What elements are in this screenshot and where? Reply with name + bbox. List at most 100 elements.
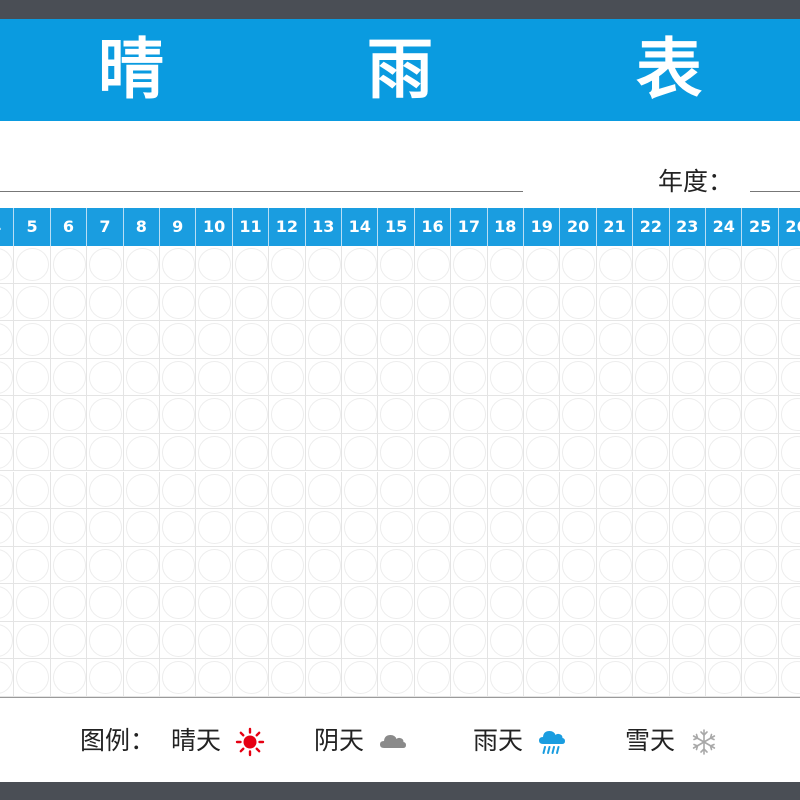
weather-cell[interactable]	[50, 659, 88, 697]
weather-cell[interactable]	[706, 283, 743, 322]
weather-cell[interactable]	[342, 546, 379, 585]
weather-cell[interactable]	[123, 584, 160, 622]
weather-cell[interactable]	[742, 509, 779, 547]
weather-cell[interactable]	[524, 246, 561, 284]
weather-cell[interactable]	[706, 584, 743, 622]
weather-cell[interactable]	[487, 546, 524, 585]
weather-cell[interactable]	[706, 546, 743, 585]
weather-cell[interactable]	[87, 396, 124, 434]
weather-cell[interactable]	[669, 659, 706, 697]
weather-cell[interactable]	[14, 283, 51, 322]
weather-cell[interactable]	[123, 546, 160, 585]
weather-cell[interactable]	[14, 509, 51, 547]
weather-cell[interactable]	[342, 471, 379, 510]
weather-cell[interactable]	[0, 321, 15, 359]
weather-cell[interactable]	[524, 546, 561, 585]
weather-cell[interactable]	[414, 509, 452, 547]
weather-cell[interactable]	[160, 321, 197, 359]
weather-cell[interactable]	[560, 471, 597, 510]
weather-cell[interactable]	[14, 584, 51, 622]
weather-cell[interactable]	[87, 546, 124, 585]
weather-cell[interactable]	[269, 283, 306, 322]
weather-cell[interactable]	[342, 358, 379, 397]
weather-cell[interactable]	[160, 396, 197, 434]
weather-cell[interactable]	[414, 584, 452, 622]
weather-cell[interactable]	[50, 283, 88, 322]
weather-cell[interactable]	[232, 546, 270, 585]
weather-cell[interactable]	[451, 433, 488, 472]
weather-cell[interactable]	[414, 471, 452, 510]
weather-cell[interactable]	[14, 396, 51, 434]
weather-cell[interactable]	[633, 433, 670, 472]
weather-cell[interactable]	[742, 621, 779, 660]
weather-cell[interactable]	[305, 246, 342, 284]
weather-cell[interactable]	[160, 546, 197, 585]
weather-cell[interactable]	[778, 434, 800, 472]
weather-cell[interactable]	[742, 321, 779, 359]
weather-cell[interactable]	[196, 321, 233, 359]
weather-cell[interactable]	[560, 246, 597, 284]
weather-cell[interactable]	[596, 246, 634, 284]
weather-cell[interactable]	[269, 509, 306, 547]
weather-cell[interactable]	[342, 433, 379, 472]
weather-cell[interactable]	[706, 358, 743, 397]
weather-cell[interactable]	[0, 471, 15, 510]
weather-cell[interactable]	[669, 471, 706, 510]
weather-cell[interactable]	[305, 546, 342, 585]
weather-cell[interactable]	[87, 321, 124, 359]
weather-cell[interactable]	[742, 659, 779, 697]
weather-cell[interactable]	[232, 321, 270, 359]
weather-cell[interactable]	[487, 471, 524, 510]
weather-cell[interactable]	[305, 659, 342, 697]
weather-cell[interactable]	[0, 396, 15, 434]
weather-cell[interactable]	[378, 584, 415, 622]
weather-cell[interactable]	[50, 509, 88, 547]
weather-cell[interactable]	[342, 246, 379, 284]
weather-cell[interactable]	[414, 546, 452, 585]
weather-cell[interactable]	[669, 433, 706, 472]
weather-cell[interactable]	[451, 283, 488, 322]
weather-cell[interactable]	[633, 471, 670, 510]
weather-cell[interactable]	[50, 396, 88, 434]
weather-cell[interactable]	[778, 509, 800, 547]
weather-cell[interactable]	[560, 321, 597, 359]
weather-cell[interactable]	[524, 659, 561, 697]
weather-cell[interactable]	[378, 321, 415, 359]
weather-cell[interactable]	[0, 246, 15, 284]
weather-cell[interactable]	[196, 546, 233, 585]
weather-cell[interactable]	[87, 358, 124, 397]
weather-cell[interactable]	[123, 396, 160, 434]
weather-cell[interactable]	[378, 358, 415, 397]
weather-cell[interactable]	[742, 358, 779, 397]
weather-cell[interactable]	[524, 358, 561, 397]
weather-cell[interactable]	[123, 659, 160, 697]
weather-cell[interactable]	[487, 509, 524, 547]
weather-cell[interactable]	[778, 246, 800, 284]
weather-cell[interactable]	[87, 584, 124, 622]
weather-cell[interactable]	[451, 546, 488, 585]
weather-cell[interactable]	[451, 584, 488, 622]
weather-cell[interactable]	[50, 584, 88, 622]
weather-cell[interactable]	[123, 358, 160, 397]
weather-cell[interactable]	[742, 433, 779, 472]
weather-cell[interactable]	[487, 321, 524, 359]
weather-cell[interactable]	[414, 358, 452, 397]
weather-cell[interactable]	[596, 321, 634, 359]
weather-cell[interactable]	[87, 471, 124, 510]
weather-cell[interactable]	[269, 321, 306, 359]
weather-cell[interactable]	[0, 358, 15, 397]
weather-cell[interactable]	[160, 584, 197, 622]
weather-cell[interactable]	[596, 471, 634, 510]
weather-cell[interactable]	[742, 546, 779, 585]
weather-cell[interactable]	[232, 433, 270, 472]
weather-cell[interactable]	[196, 246, 233, 284]
weather-cell[interactable]	[524, 396, 561, 434]
weather-cell[interactable]	[87, 659, 124, 697]
weather-cell[interactable]	[451, 659, 488, 697]
weather-cell[interactable]	[196, 358, 233, 397]
weather-cell[interactable]	[633, 659, 670, 697]
weather-cell[interactable]	[633, 584, 670, 622]
weather-cell[interactable]	[451, 321, 488, 359]
weather-cell[interactable]	[487, 246, 524, 284]
weather-cell[interactable]	[451, 396, 488, 434]
